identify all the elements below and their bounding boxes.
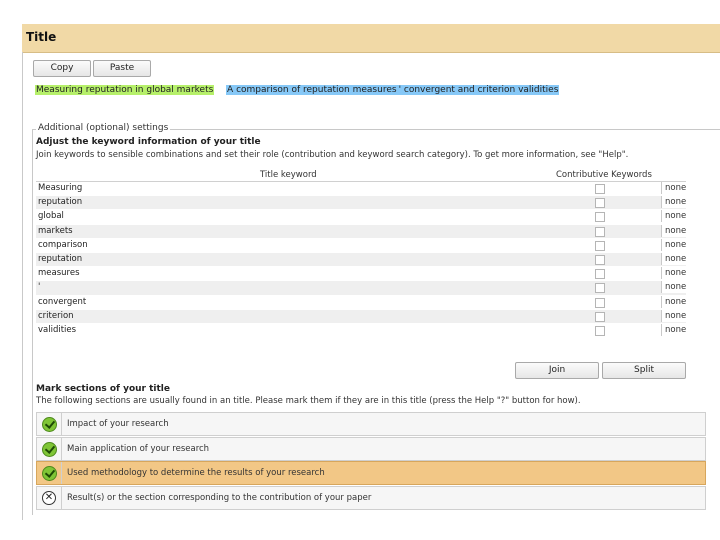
sections-heading: Mark sections of your title [36,384,170,394]
keyword-row[interactable]: markets none [36,224,690,239]
keyword-cell: global [38,211,64,222]
keyword-cell: comparison [38,239,88,250]
panel-header: Title [22,24,720,53]
keyword-row[interactable]: ' none [36,281,690,296]
keyword-row[interactable]: validities none [36,323,690,339]
section-label: Main application of your research [67,444,210,454]
role-select[interactable]: none [661,267,690,280]
contributive-checkbox[interactable] [595,297,605,308]
column-contributive-keywords[interactable]: Contributive Keywords [556,170,652,180]
role-select[interactable]: none [661,224,690,237]
keyword-description: Join keywords to sensible combinations a… [36,150,629,160]
title-segment-rest[interactable]: ' convergent and criterion validities [397,85,560,95]
section-toggle[interactable] [37,413,62,435]
section-label: Used methodology to determine the result… [67,468,325,478]
check-icon[interactable] [42,466,57,481]
role-select[interactable]: none [661,196,690,209]
contributive-checkbox[interactable] [595,254,605,265]
column-title-keyword[interactable]: Title keyword [260,170,317,180]
section-item[interactable]: Impact of your research [36,412,706,436]
role-select[interactable]: none [661,281,690,294]
keyword-cell: markets [38,225,73,236]
role-select[interactable]: none [661,295,690,308]
role-select[interactable]: none [661,252,690,265]
keyword-heading: Adjust the keyword information of your t… [36,137,261,147]
join-button[interactable]: Join [515,362,599,379]
contributive-checkbox[interactable] [595,240,605,251]
role-select[interactable]: none [661,182,690,194]
section-item[interactable]: Main application of your research [36,437,706,461]
keyword-cell: criterion [38,310,74,321]
contributive-checkbox[interactable] [595,325,605,336]
keyword-row[interactable]: criterion none [36,309,690,324]
split-button[interactable]: Split [602,362,686,379]
sections-description: The following sections are usually found… [36,396,581,406]
contributive-checkbox[interactable] [595,184,605,194]
section-toggle[interactable]: ✕ [37,487,62,509]
section-label: Result(s) or the section corresponding t… [67,493,372,503]
keyword-cell: convergent [38,296,87,307]
contributive-checkbox[interactable] [595,269,605,280]
role-select[interactable]: none [661,238,690,251]
contributive-checkbox[interactable] [595,283,605,294]
keyword-row[interactable]: reputation none [36,252,690,268]
role-select[interactable]: none [661,323,690,336]
contributive-checkbox[interactable] [595,198,605,209]
keyword-row[interactable]: measures none [36,267,690,282]
section-item[interactable]: ✕ Result(s) or the section corresponding … [36,486,706,510]
title-segment-main[interactable]: Measuring reputation in global markets [35,85,215,95]
section-toggle[interactable] [37,462,62,484]
section-label: Impact of your research [67,419,169,429]
keyword-cell: validities [38,324,77,335]
keyword-cell: reputation [38,197,83,208]
paste-button[interactable]: Paste [93,60,151,77]
role-select[interactable]: none [661,309,690,322]
cancel-icon[interactable]: ✕ [42,491,56,505]
check-icon[interactable] [42,417,57,432]
check-icon[interactable] [42,442,57,457]
panel-title: Title [26,30,57,44]
title-text[interactable]: Measuring reputation in global markets A… [35,85,560,95]
keyword-cell: Measuring [38,183,83,193]
copy-button[interactable]: Copy [33,60,91,77]
section-toggle[interactable] [37,438,62,460]
section-item[interactable]: Used methodology to determine the result… [36,461,706,485]
keyword-table: Title keyword Contributive Keywords Meas… [36,169,690,339]
contributive-checkbox[interactable] [595,226,605,237]
keyword-row[interactable]: convergent none [36,295,690,310]
keyword-table-body: Measuring none reputation none global none mar… [36,182,690,339]
keyword-row[interactable]: Measuring none [36,182,690,197]
contributive-checkbox[interactable] [595,311,605,322]
keyword-row[interactable]: reputation none [36,196,690,211]
contributive-checkbox[interactable] [595,212,605,223]
title-segment-sub[interactable]: A comparison of reputation measures [226,85,398,95]
keyword-cell: ' [38,282,41,293]
role-select[interactable]: none [661,210,690,223]
keyword-row[interactable]: global none [36,210,690,225]
keyword-cell: measures [38,268,80,279]
settings-legend: Additional (optional) settings [36,123,171,133]
keyword-row[interactable]: comparison none [36,238,690,253]
keyword-cell: reputation [38,253,83,264]
keyword-table-header: Title keyword Contributive Keywords [36,169,686,182]
